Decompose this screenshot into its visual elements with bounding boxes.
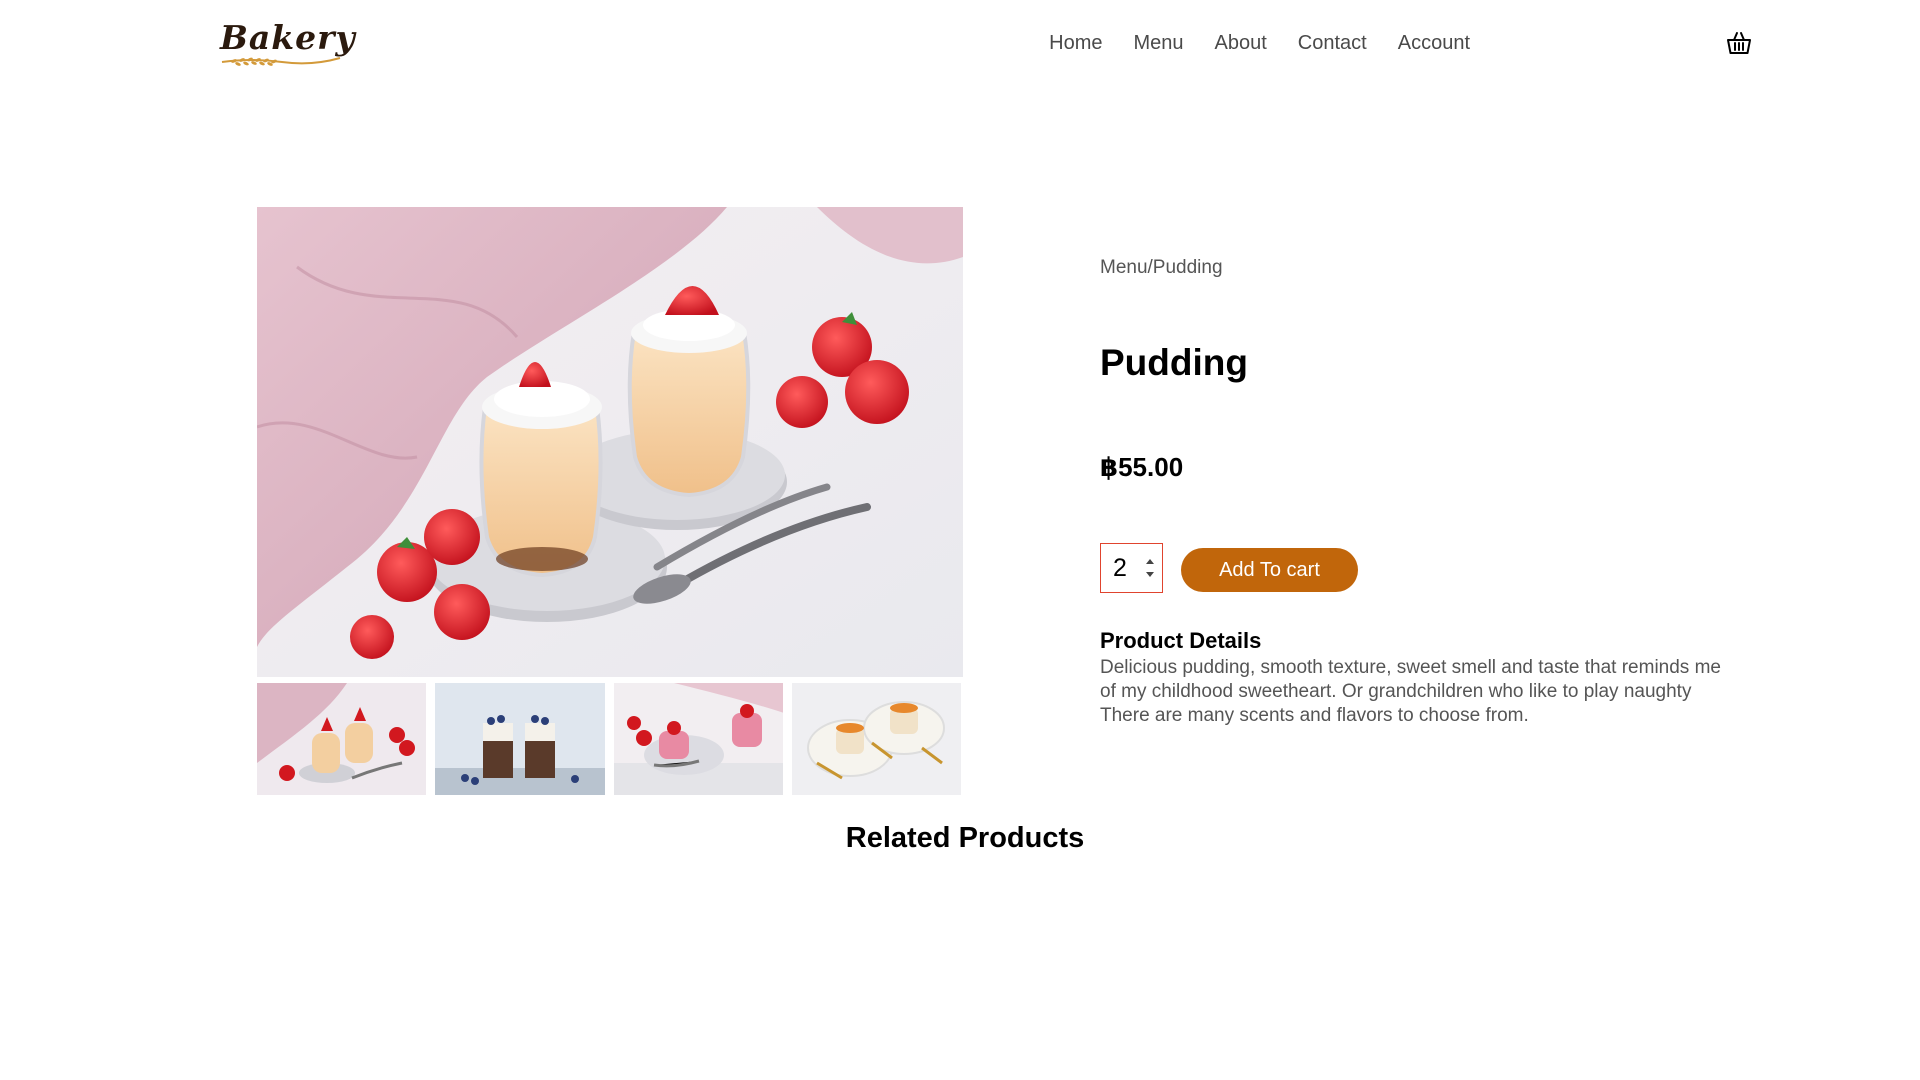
spin-up-icon[interactable]: [1146, 559, 1154, 564]
wheat-ornament-icon: [221, 57, 341, 66]
product-price: ฿55.00: [1100, 452, 1184, 482]
product-title: Pudding: [1100, 342, 1248, 383]
quantity-spinner[interactable]: [1144, 556, 1156, 580]
nav-menu[interactable]: Menu: [1134, 32, 1184, 55]
product-details-heading: Product Details: [1100, 628, 1262, 653]
pudding-photo: [257, 207, 963, 677]
product-details-text: Delicious pudding, smooth texture, sweet…: [1100, 657, 1721, 726]
navbar: Bakery Home Menu About Contact Account: [0, 0, 1920, 90]
thumbnail-strip: [257, 683, 963, 795]
nav-home[interactable]: Home: [1049, 32, 1102, 55]
main-product-image: [257, 207, 963, 677]
thumbnail-pink-strawberry-pudding[interactable]: [613, 683, 783, 795]
thumbnail-strawberry-pudding[interactable]: [257, 683, 427, 795]
nav-contact[interactable]: Contact: [1298, 32, 1367, 55]
thumbnail-caramel-pudding[interactable]: [791, 683, 961, 795]
basket-icon[interactable]: [1726, 30, 1752, 56]
breadcrumb[interactable]: Menu/Pudding: [1100, 257, 1223, 279]
related-products-heading: Related Products: [845, 822, 1085, 854]
add-to-cart-button[interactable]: Add To cart: [1181, 548, 1358, 592]
bakery-logo[interactable]: Bakery: [212, 18, 355, 68]
nav-about[interactable]: About: [1215, 32, 1267, 55]
thumbnail-blueberry-chocolate-pudding[interactable]: [435, 683, 605, 795]
main-nav: Home Menu About Contact Account: [1049, 32, 1470, 55]
spin-down-icon[interactable]: [1146, 572, 1154, 577]
nav-account[interactable]: Account: [1398, 32, 1470, 55]
quantity-input[interactable]: [1101, 552, 1141, 584]
quantity-stepper[interactable]: [1100, 543, 1163, 593]
